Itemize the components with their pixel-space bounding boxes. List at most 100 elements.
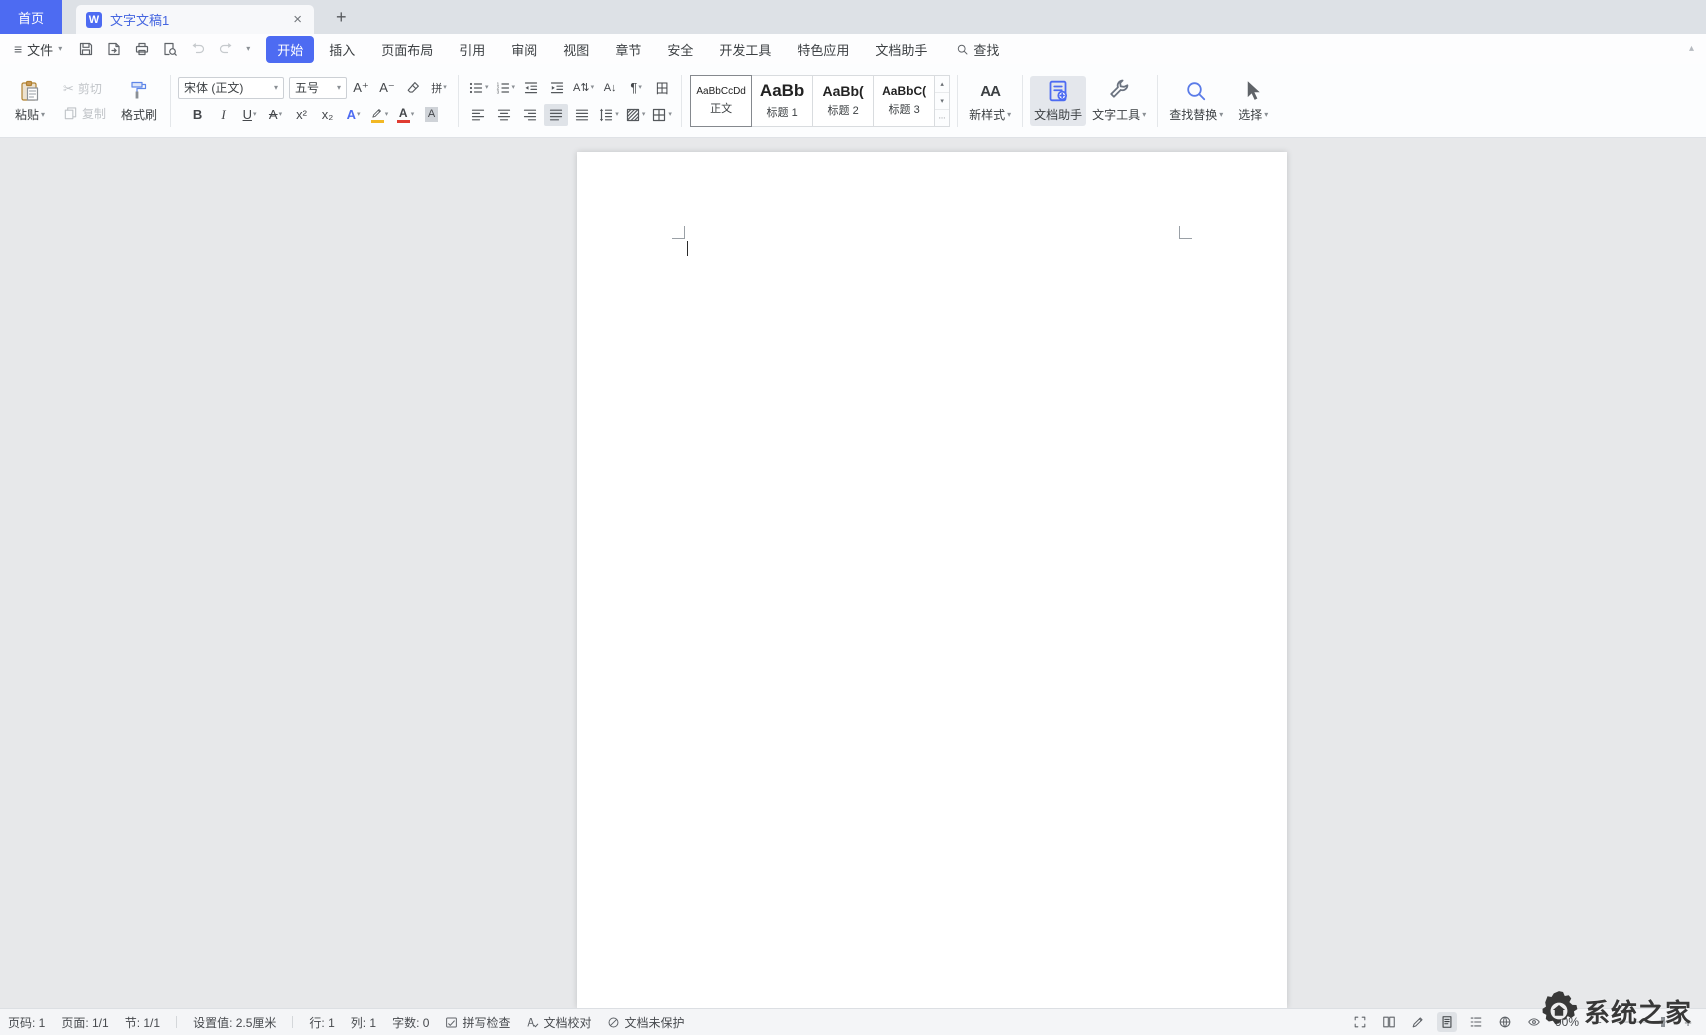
scissors-icon: ✂ [63,82,74,95]
copy-button[interactable]: 复制 [59,103,110,124]
select-button[interactable]: 选择▾ [1229,76,1277,126]
tab-start[interactable]: 开始 [266,36,314,63]
status-page-count[interactable]: 页面: 1/1 [61,1014,108,1031]
numbered-list-button[interactable]: ▾ [493,77,518,99]
export-icon[interactable] [106,41,122,57]
superscript-button[interactable]: x² [290,104,314,126]
font-color-button[interactable]: A▾ [394,104,418,126]
doc-assistant-button[interactable]: 文档助手 [1030,76,1086,126]
increase-indent-icon [549,80,565,96]
paste-button[interactable]: 粘贴▾ [6,76,54,126]
subscript-button[interactable]: x₂ [316,104,340,126]
print-icon[interactable] [134,41,150,57]
manuscript-grid-button[interactable]: 田 [650,77,674,99]
find-replace-button[interactable]: 查找替换▾ [1165,76,1227,126]
style-normal[interactable]: AaBbCcDd 正文 [690,75,752,127]
tab-page-layout[interactable]: 页面布局 [370,36,444,63]
status-margin-setting[interactable]: 设置值: 2.5厘米 [193,1014,276,1031]
status-page-number[interactable]: 页码: 1 [8,1014,45,1031]
style-heading3[interactable]: AaBbC( 标题 3 [873,75,935,127]
bold-button[interactable]: B [186,104,210,126]
shading-button[interactable]: ▾ [623,104,648,126]
sort-button[interactable]: A↓ [598,77,622,99]
character-shading-button[interactable]: A [420,104,444,126]
format-painter-button[interactable]: 格式刷 [115,76,163,126]
print-preview-icon[interactable] [162,41,178,57]
status-section[interactable]: 节: 1/1 [125,1014,160,1031]
find-replace-label: 查找替换 [1169,106,1217,123]
new-tab-button[interactable]: + [330,8,353,26]
document-canvas[interactable] [0,138,1706,1008]
proofread-button[interactable]: 文档校对 [526,1014,591,1031]
style-heading2[interactable]: AaBb( 标题 2 [812,75,874,127]
gallery-scroll-down-icon[interactable]: ▾ [935,93,949,110]
align-left-button[interactable] [466,104,490,126]
increase-font-button[interactable]: A⁺ [349,77,373,99]
undo-icon[interactable] [190,41,206,57]
align-right-button[interactable] [518,104,542,126]
justify-button[interactable] [544,104,568,126]
tab-developer[interactable]: 开发工具 [708,36,782,63]
gallery-more-icon[interactable]: ⋯ [935,110,949,126]
group-separator [1022,75,1023,127]
quick-access-more-icon[interactable]: ▾ [246,45,250,53]
text-effects-button[interactable]: A▾ [342,104,366,126]
bullet-list-button[interactable]: ▾ [466,77,491,99]
protection-status[interactable]: 文档未保护 [607,1014,684,1031]
decrease-indent-button[interactable] [519,77,543,99]
pinyin-guide-button[interactable]: 拼▾ [427,77,451,99]
status-word-count[interactable]: 字数: 0 [392,1014,429,1031]
spellcheck-button[interactable]: 拼写检查 [445,1014,510,1031]
increase-indent-button[interactable] [545,77,569,99]
highlight-color-button[interactable]: ▾ [368,104,392,126]
text-tools-button[interactable]: 文字工具▾ [1088,76,1150,126]
tab-section[interactable]: 章节 [604,36,652,63]
italic-button[interactable]: I [212,104,236,126]
document-tab[interactable]: W 文字文稿1 × [76,5,314,34]
status-line[interactable]: 行: 1 [309,1014,334,1031]
ribbon-collapse-icon[interactable]: ▴ [1689,43,1694,54]
sort-icon: A↓ [604,82,617,94]
text-direction-button[interactable]: A⇅▾ [571,77,596,99]
tab-view[interactable]: 视图 [552,36,600,63]
align-center-button[interactable] [492,104,516,126]
borders-button[interactable]: ▾ [649,104,674,126]
save-icon[interactable] [78,41,94,57]
align-center-icon [496,107,512,123]
line-spacing-button[interactable]: ▾ [596,104,621,126]
decrease-font-button[interactable]: A⁻ [375,77,399,99]
redo-icon[interactable] [218,41,234,57]
close-tab-icon[interactable]: × [291,12,304,27]
home-button[interactable]: 首页 [0,0,62,34]
chevron-down-icon: ▾ [274,84,278,92]
cut-button[interactable]: ✂ 剪切 [59,78,110,99]
strikethrough-button[interactable]: A▾ [264,104,288,126]
outline-view-icon[interactable] [1466,1012,1486,1032]
find-button[interactable]: 查找 [956,40,999,59]
web-layout-icon[interactable] [1495,1012,1515,1032]
distribute-button[interactable] [570,104,594,126]
new-style-button[interactable]: AA 新样式▾ [965,76,1015,126]
underline-button[interactable]: U▾ [238,104,262,126]
status-column[interactable]: 列: 1 [351,1014,376,1031]
tab-review[interactable]: 审阅 [500,36,548,63]
tab-security[interactable]: 安全 [656,36,704,63]
tab-insert[interactable]: 插入 [318,36,366,63]
document-page[interactable] [577,152,1287,1008]
gear-logo-icon [1536,988,1582,1034]
page-view-icon[interactable] [1437,1012,1457,1032]
tab-reference[interactable]: 引用 [448,36,496,63]
gallery-scroll-up-icon[interactable]: ▴ [935,76,949,93]
show-marks-button[interactable]: ¶▾ [624,77,648,99]
fullscreen-icon[interactable] [1350,1012,1370,1032]
tab-doc-assistant[interactable]: 文档助手 [864,36,938,63]
clear-format-button[interactable] [401,77,425,99]
style-heading1[interactable]: AaBb 标题 1 [751,75,813,127]
ink-mode-icon[interactable] [1408,1012,1428,1032]
font-family-select[interactable]: 宋体 (正文) ▾ [178,77,284,99]
quick-access-toolbar: ▾ [78,41,250,57]
file-menu-button[interactable]: ≡ 文件 ▾ [10,40,66,59]
font-size-select[interactable]: 五号 ▾ [289,77,347,99]
side-by-side-view-icon[interactable] [1379,1012,1399,1032]
tab-special-apps[interactable]: 特色应用 [786,36,860,63]
